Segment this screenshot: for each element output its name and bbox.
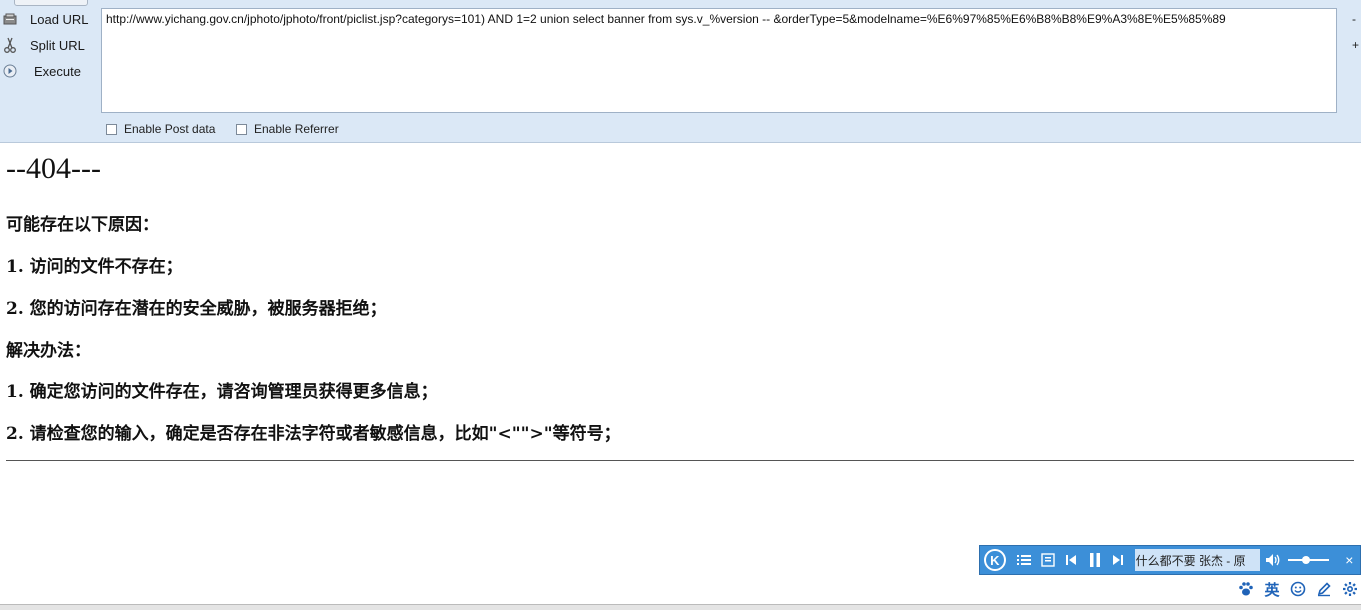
pause-icon[interactable]: [1084, 549, 1105, 571]
split-url-button[interactable]: Split URL: [0, 34, 96, 56]
expand-button[interactable]: +: [1352, 38, 1359, 52]
volume-slider[interactable]: [1287, 556, 1329, 564]
load-url-label: Load URL: [30, 11, 89, 27]
solutions-heading: 解决办法：: [6, 341, 91, 361]
referrer-checkbox[interactable]: [236, 123, 247, 135]
playlist-icon[interactable]: [1014, 549, 1035, 571]
load-url-icon: [2, 11, 18, 27]
emoji-icon[interactable]: [1288, 579, 1308, 599]
execute-label: Execute: [34, 63, 81, 79]
player-logo-icon[interactable]: K: [984, 549, 1006, 571]
shrink-button[interactable]: -: [1352, 12, 1358, 26]
solution-item: 1. 确定您访问的文件存在，请咨询管理员获得更多信息；: [6, 382, 438, 402]
load-url-button[interactable]: Load URL: [0, 8, 96, 30]
url-textarea[interactable]: http://www.yichang.gov.cn/jphoto/jphoto/…: [101, 8, 1337, 113]
execute-icon: [2, 63, 18, 79]
hackbar-toolbar: Load URL Split URL Execute http://www.yi…: [0, 0, 1361, 143]
split-url-label: Split URL: [30, 37, 85, 53]
track-title: 什么都不要 张杰 - 原: [1134, 549, 1261, 571]
reasons-heading: 可能存在以下原因：: [6, 215, 159, 235]
status-bar: [0, 604, 1361, 610]
handwriting-icon[interactable]: [1314, 579, 1334, 599]
execute-button[interactable]: Execute: [0, 60, 96, 82]
referrer-label: Enable Referrer: [254, 122, 339, 136]
lyrics-icon[interactable]: [1037, 549, 1058, 571]
url-text: http://www.yichang.gov.cn/jphoto/jphoto/…: [106, 12, 1226, 26]
post-data-label: Enable Post data: [124, 122, 216, 136]
reason-item: 2. 您的访问存在潜在的安全威胁，被服务器拒绝；: [6, 299, 387, 319]
error-title: --404---: [6, 152, 101, 185]
reason-item: 1. 访问的文件不存在；: [6, 257, 183, 277]
input-mode-toggle[interactable]: 英: [1262, 579, 1282, 599]
volume-icon[interactable]: [1262, 549, 1283, 571]
next-track-icon[interactable]: [1107, 549, 1128, 571]
paw-icon[interactable]: [1236, 579, 1256, 599]
horizontal-divider: [6, 460, 1354, 461]
split-url-icon: [2, 37, 18, 53]
solution-item: 2. 请检查您的输入，确定是否存在非法字符或者敏感信息，比如"<"">"等符号；: [6, 424, 621, 444]
close-icon[interactable]: ×: [1339, 549, 1360, 571]
previous-track-icon[interactable]: [1060, 549, 1081, 571]
enable-post-data-option[interactable]: Enable Post data: [106, 122, 215, 136]
ime-toolbar: 英: [1232, 578, 1361, 600]
settings-gear-icon[interactable]: [1340, 579, 1360, 599]
music-player: K 什么都不要 张杰 - 原 ×: [979, 545, 1361, 575]
enable-referrer-option[interactable]: Enable Referrer: [236, 122, 339, 136]
post-data-checkbox[interactable]: [106, 123, 117, 135]
volume-knob[interactable]: [1301, 556, 1310, 564]
toolbar-top-button[interactable]: [14, 0, 88, 6]
